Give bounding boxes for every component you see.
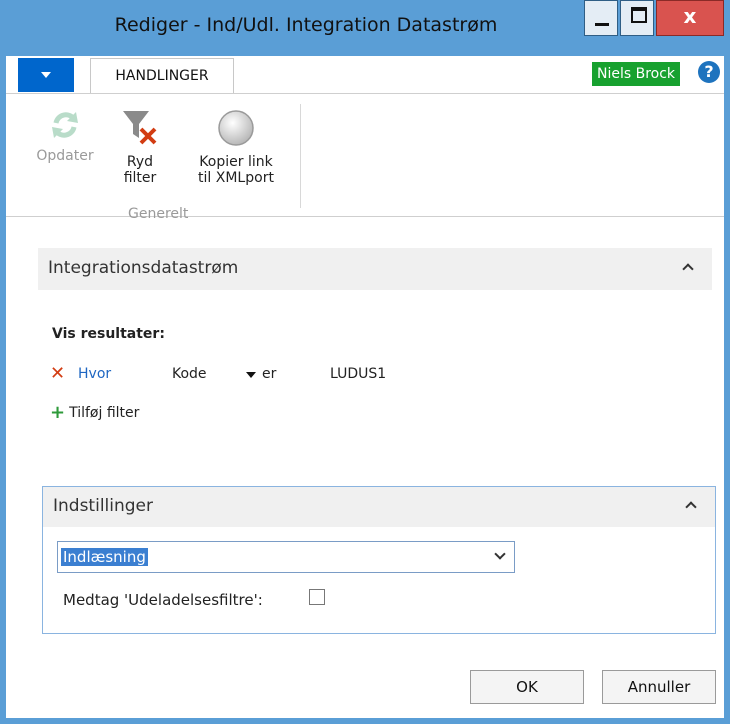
direction-select[interactable]: Indlæsning — [57, 541, 515, 573]
chevron-up-icon[interactable] — [685, 501, 697, 513]
ok-button[interactable]: OK — [470, 670, 584, 704]
chevron-up-icon[interactable] — [682, 263, 694, 275]
filter-row: ✕ Hvor Kode er LUDUS1 — [50, 364, 550, 386]
settings-panel-header[interactable]: Indstillinger — [43, 487, 715, 527]
tab-handlinger[interactable]: HANDLINGER — [90, 58, 234, 93]
ribbon: Opdater Ryd filter Kopier link til XMLpo… — [6, 94, 724, 222]
link-circle-icon — [218, 110, 254, 146]
filter-value-field[interactable]: LUDUS1 — [330, 366, 386, 382]
clear-filter-button[interactable]: Ryd filter — [114, 108, 166, 186]
include-exclusion-label: Medtag 'Udeladelsesfiltre': — [63, 591, 263, 609]
minimize-icon — [595, 23, 609, 26]
settings-panel: Indstillinger Indlæsning Medtag 'Udelade… — [42, 486, 716, 634]
close-icon: x — [683, 4, 697, 28]
add-filter-link[interactable]: + Tilføj filter — [50, 402, 139, 423]
settings-panel-title: Indstillinger — [53, 496, 154, 516]
clear-filter-icon — [123, 111, 157, 145]
refresh-icon — [52, 112, 78, 138]
help-icon[interactable]: ? — [698, 61, 720, 83]
include-exclusion-checkbox[interactable] — [309, 589, 325, 605]
window-title: Rediger - Ind/Udl. Integration Datastrøm — [114, 14, 498, 36]
plus-icon: + — [50, 402, 66, 423]
clear-filter-label-line1: Ryd — [126, 154, 154, 170]
chevron-down-icon — [41, 72, 51, 78]
copy-link-label-line2: til XMLport — [198, 170, 274, 186]
filter-field-select[interactable]: Kode — [172, 366, 207, 382]
maximize-icon — [631, 7, 647, 23]
dropdown-caret-icon[interactable] — [246, 372, 256, 378]
cancel-button[interactable]: Annuller — [602, 670, 716, 704]
results-label: Vis resultater: — [52, 326, 165, 342]
filter-panel-header[interactable]: Integrationsdatastrøm — [38, 248, 712, 290]
filter-panel-title: Integrationsdatastrøm — [48, 258, 239, 278]
clear-filter-label: Ryd filter — [114, 154, 166, 186]
minimize-button[interactable] — [584, 0, 618, 36]
copy-link-label: Kopier link til XMLport — [182, 154, 290, 186]
add-filter-label: Tilføj filter — [69, 405, 140, 421]
close-button[interactable]: x — [656, 0, 724, 36]
update-label: Opdater — [36, 148, 94, 164]
direction-value: Indlæsning — [61, 548, 148, 566]
app-menu-button[interactable] — [18, 58, 74, 92]
ribbon-group-label: Generelt — [128, 206, 189, 222]
update-button[interactable]: Opdater — [34, 108, 96, 164]
user-badge[interactable]: Niels Brock — [592, 62, 681, 86]
copy-link-label-line1: Kopier link — [199, 154, 273, 170]
ribbon-separator — [300, 104, 301, 208]
chevron-down-icon — [494, 548, 506, 560]
clear-filter-label-line2: filter — [123, 170, 157, 186]
dialog-window: Rediger - Ind/Udl. Integration Datastrøm… — [0, 0, 730, 724]
maximize-button[interactable] — [620, 0, 654, 36]
filter-where-label: Hvor — [78, 366, 112, 382]
filter-operator-label: er — [262, 366, 277, 382]
remove-filter-icon[interactable]: ✕ — [50, 364, 65, 384]
copy-link-button[interactable]: Kopier link til XMLport — [182, 108, 290, 186]
title-bar[interactable]: Rediger - Ind/Udl. Integration Datastrøm… — [6, 0, 724, 56]
ribbon-tab-row: HANDLINGER Niels Brock ? — [6, 56, 724, 94]
